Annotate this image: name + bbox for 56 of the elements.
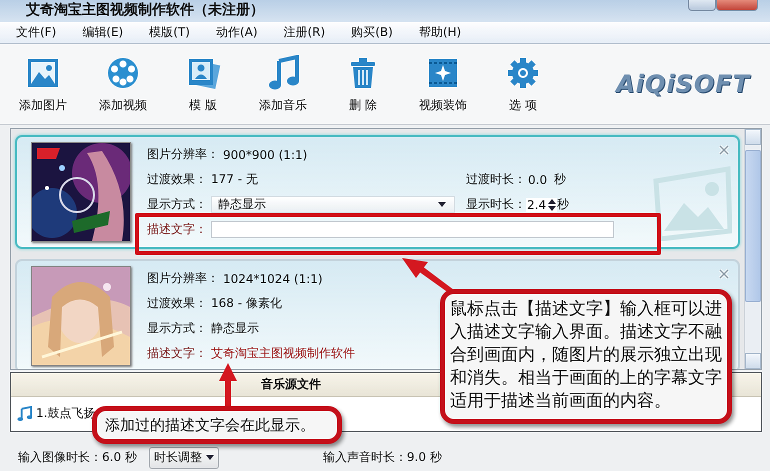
spinner-arrows-icon [548, 198, 556, 212]
music-note-icon [17, 406, 32, 421]
field-value: 0.0 [528, 172, 548, 186]
duration-adjust-button[interactable]: 时长调整 [148, 446, 219, 468]
toolbar-button[interactable]: 模 版 [166, 54, 240, 114]
scroll-up-button[interactable] [745, 129, 761, 145]
logo: AiQiSOFT [616, 70, 750, 98]
field-label: 描述文字： [147, 221, 207, 238]
close-icon[interactable] [718, 144, 730, 156]
field-value: 1024*1024 (1:1) [223, 272, 323, 286]
menu-item[interactable]: 注册(R) [284, 24, 326, 41]
field-label: 过渡时长： [466, 171, 526, 188]
callout-text: 鼠标点击【描述文字】输入框可以进入描述文字输入界面。描述文字不融合到画面内，随图片的展示独立出现和消失。相当于画面的上的字幕文字适用于描述当前画面的内容。 [440, 289, 732, 424]
arrow [218, 363, 238, 408]
toolbar-button[interactable]: 添加图片 [6, 54, 80, 114]
field-label: 显示方式： [147, 320, 207, 337]
menu-item[interactable]: 文件(F) [16, 24, 56, 41]
display-mode-dropdown[interactable]: 静态显示 [211, 196, 455, 213]
close-icon[interactable] [718, 268, 730, 280]
field-value: 177 - 无 [211, 171, 258, 188]
field-label: 显示时长： [466, 196, 526, 213]
unit-label: 秒 [554, 171, 566, 188]
scroll-down-button[interactable] [745, 353, 761, 369]
scrollbar[interactable] [744, 129, 761, 369]
close-button[interactable] [716, 0, 758, 11]
field-value: 静态显示 [211, 320, 259, 337]
field-value: 168 - 像素化 [211, 295, 282, 312]
field-value: 900*900 (1:1) [223, 148, 308, 162]
toolbar-button[interactable]: 添加音乐 [246, 54, 320, 114]
image-duration-label: 输入图像时长：6.0 秒 [18, 449, 137, 466]
field-label: 过渡效果： [147, 295, 207, 312]
toolbar-button[interactable]: 视频装饰 [406, 54, 480, 114]
description-text: 艾奇淘宝主图视频制作软件 [211, 345, 355, 362]
sound-duration-label: 输入声音时长：9.0 秒 [322, 449, 442, 466]
field-label: 图片分辨率： [147, 146, 219, 163]
toolbar-button[interactable]: 删 除 [326, 54, 400, 114]
duration-spinner[interactable]: 2.4 [526, 198, 558, 212]
field-label: 图片分辨率： [147, 270, 219, 287]
unit-label: 秒 [557, 196, 570, 213]
toolbar-button[interactable]: 添加视频 [86, 54, 160, 114]
image-card[interactable]: 图片分辨率： 900*900 (1:1) 过渡效果： 177 - 无 过渡时长： 0.0 秒 显示方式： 静态显示 显示时长：2.4 秒 描述文字： [15, 135, 740, 249]
field-label: 过渡效果： [147, 171, 207, 188]
toolbar-button[interactable]: 选 项 [486, 54, 560, 114]
caret-icon [206, 455, 214, 460]
menu-item[interactable]: 模版(T) [149, 24, 190, 41]
scrollbar-thumb[interactable] [745, 150, 761, 302]
menu-item[interactable]: 购买(B) [351, 24, 393, 41]
menu-item[interactable]: 动作(A) [216, 24, 258, 41]
field-label: 描述文字： [147, 345, 207, 362]
minimize-button[interactable] [688, 0, 716, 11]
menu-item[interactable]: 编辑(E) [82, 24, 124, 41]
window-title: 艾奇淘宝主图视频制作软件（未注册） [25, 0, 264, 19]
menu-item[interactable]: 帮助(H) [418, 24, 462, 41]
caret-icon [438, 202, 446, 207]
field-label: 显示方式： [147, 196, 207, 213]
description-field[interactable] [211, 221, 614, 238]
